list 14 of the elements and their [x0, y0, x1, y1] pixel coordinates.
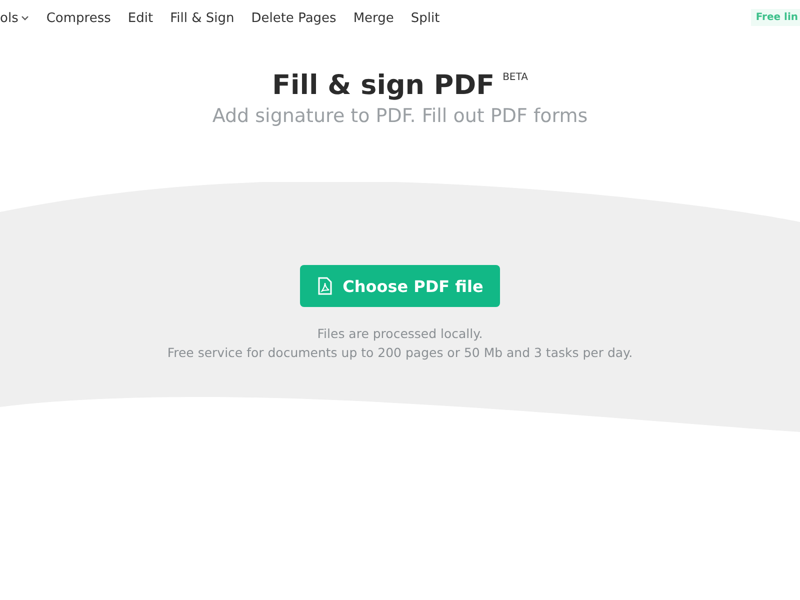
nav-link[interactable]: ols — [0, 10, 30, 26]
nav-link[interactable]: Edit — [128, 10, 154, 26]
info-text: Free service for documents up to 200 pages or 50 Mb and 3 tasks per day. — [167, 344, 633, 362]
nav-link[interactable]: Split — [410, 10, 440, 26]
page-title: Fill & sign PDF — [272, 70, 495, 101]
page-subtitle: Add signature to PDF. Fill out PDF forms — [211, 105, 589, 127]
nav-link[interactable]: Delete Pages — [251, 10, 336, 26]
nav-link[interactable]: Fill & Sign — [170, 10, 234, 26]
chevron-down-icon — [21, 15, 30, 21]
pdf-file-icon — [316, 277, 333, 295]
nav-link[interactable]: Merge — [353, 10, 394, 26]
beta-tag: BETA — [502, 72, 528, 83]
nav-link[interactable]: Compress — [46, 10, 111, 26]
info-text: Files are processed locally. — [316, 325, 484, 343]
